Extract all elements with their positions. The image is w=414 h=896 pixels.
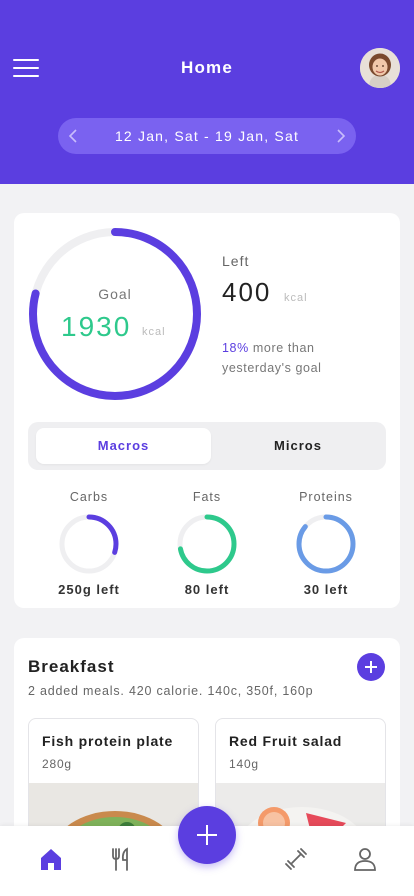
fats-progress-ring xyxy=(177,514,237,574)
meal-name: Fish protein plate xyxy=(42,733,174,749)
macro-fats: Fats 80 left xyxy=(152,490,262,597)
carbs-progress-ring xyxy=(59,514,119,574)
profile-icon[interactable] xyxy=(352,846,378,872)
tab-micros[interactable]: Micros xyxy=(216,428,380,464)
macro-proteins: Proteins 30 left xyxy=(271,490,381,597)
chevron-right-icon[interactable] xyxy=(326,118,356,154)
meal-weight: 140g xyxy=(229,757,259,771)
page-title: Home xyxy=(180,58,234,77)
proteins-progress-ring xyxy=(296,514,356,574)
meal-section-summary: 2 added meals. 420 calorie. 140c, 350f, … xyxy=(28,684,314,698)
goal-label: Goal xyxy=(98,286,132,302)
add-icon[interactable] xyxy=(178,806,236,864)
meal-weight: 280g xyxy=(42,757,72,771)
fork-knife-icon[interactable] xyxy=(108,846,134,872)
dumbbell-icon[interactable] xyxy=(283,846,309,872)
macro-name: Carbs xyxy=(69,490,109,504)
add-meal-button[interactable] xyxy=(357,653,385,681)
macro-name: Proteins xyxy=(299,490,353,504)
user-avatar[interactable] xyxy=(360,48,400,88)
left-value: 400 xyxy=(222,277,272,307)
macro-name: Fats xyxy=(192,490,222,504)
left-label: Left xyxy=(222,253,250,269)
macro-carbs: Carbs 250g left xyxy=(34,490,144,597)
goal-unit: kcal xyxy=(142,326,166,338)
comparison-percent: 18% xyxy=(222,341,249,355)
left-unit: kcal xyxy=(284,292,308,304)
date-range-label: 12 Jan, Sat - 19 Jan, Sat xyxy=(114,128,300,144)
macro-left: 250g left xyxy=(58,582,120,597)
meal-name: Red Fruit salad xyxy=(229,733,343,749)
home-icon[interactable] xyxy=(38,846,64,872)
macro-left: 30 left xyxy=(303,582,349,597)
avatar-photo-icon xyxy=(360,48,400,88)
meal-section-title: Breakfast xyxy=(28,657,115,676)
app-header: Home 12 Jan, Sat - 19 Jan, Sat xyxy=(0,0,414,184)
macro-left: 80 left xyxy=(184,582,230,597)
calorie-goal-card: Goal 1930 kcal Left 400 kcal 18% more th… xyxy=(14,213,400,608)
tab-macros[interactable]: Macros xyxy=(36,428,211,464)
date-range-selector[interactable]: 12 Jan, Sat - 19 Jan, Sat xyxy=(58,118,356,154)
goal-value: 1930 xyxy=(61,311,132,342)
macros-micros-toggle: Macros Micros xyxy=(28,422,386,470)
goal-comparison: 18% more than yesterday's goal xyxy=(222,338,382,378)
